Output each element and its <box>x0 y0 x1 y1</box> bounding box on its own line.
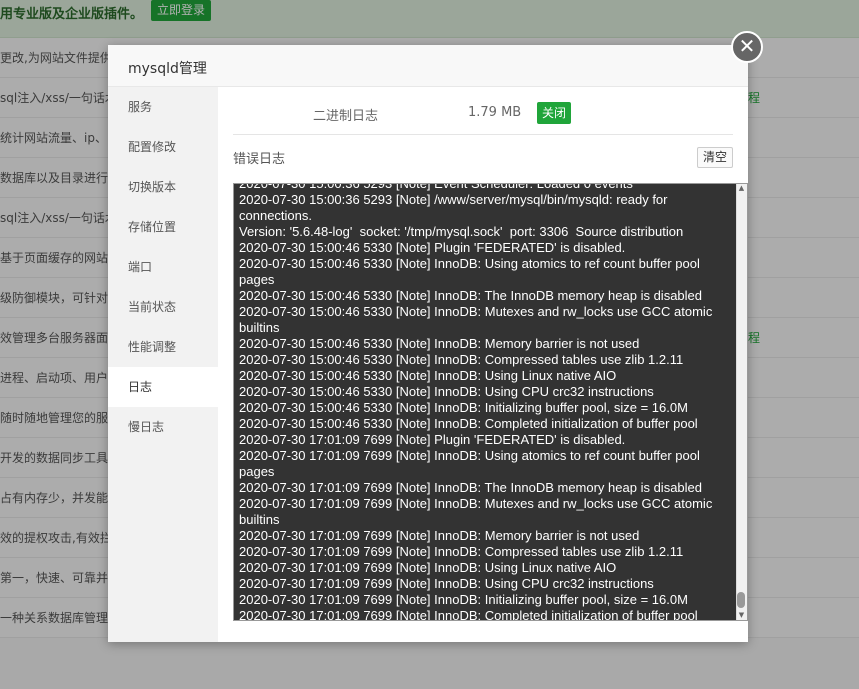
modal-header: mysqld管理 <box>108 45 748 87</box>
binlog-size: 1.79 MB <box>468 105 522 120</box>
binlog-label: 二进制日志 <box>313 109 379 124</box>
scroll-down-icon[interactable]: ▼ <box>737 611 746 620</box>
clear-log-button[interactable]: 清空 <box>697 147 734 168</box>
sidebar-item[interactable]: 切换版本 <box>108 167 218 207</box>
error-log-textarea[interactable]: 2020-07-30 15:00:36 5293 [Note] Event Sc… <box>233 183 748 621</box>
sidebar-item[interactable]: 端口 <box>108 247 218 287</box>
mysqld-modal: mysqld管理 ✕ 服务 配置修改 切换版本 存储位置 端口 当前状态 性能调整 日志 慢日志… <box>108 31 763 642</box>
binlog-row: 二进制日志 1.79 MB 关闭 <box>233 87 733 135</box>
errlog-label: 错误日志 <box>233 152 286 167</box>
sidebar-item[interactable]: 慢日志 <box>108 407 218 447</box>
sidebar-item[interactable]: 性能调整 <box>108 327 218 367</box>
sidebar-item[interactable]: 当前状态 <box>108 287 218 327</box>
sidebar-item[interactable]: 存储位置 <box>108 207 218 247</box>
log-scrollbar[interactable]: ▲ ▼ <box>736 184 747 620</box>
close-icon[interactable]: ✕ <box>731 31 763 63</box>
modal-title: mysqld管理 <box>128 61 207 77</box>
log-panel: 二进制日志 1.79 MB 关闭 错误日志 清空 2020-07-30 15:0… <box>218 87 748 642</box>
binlog-toggle-button[interactable]: 关闭 <box>537 102 572 124</box>
sidebar-item[interactable]: 服务 <box>108 87 218 127</box>
error-log-text: 2020-07-30 15:00:36 5293 [Note] Event Sc… <box>239 183 713 621</box>
sidebar-item[interactable]: 配置修改 <box>108 127 218 167</box>
modal-sidebar: 服务 配置修改 切换版本 存储位置 端口 当前状态 性能调整 日志 慢日志 <box>108 87 218 642</box>
sidebar-item[interactable]: 日志 <box>108 367 218 407</box>
scroll-thumb[interactable] <box>737 592 745 608</box>
scroll-up-icon[interactable]: ▲ <box>737 184 746 193</box>
